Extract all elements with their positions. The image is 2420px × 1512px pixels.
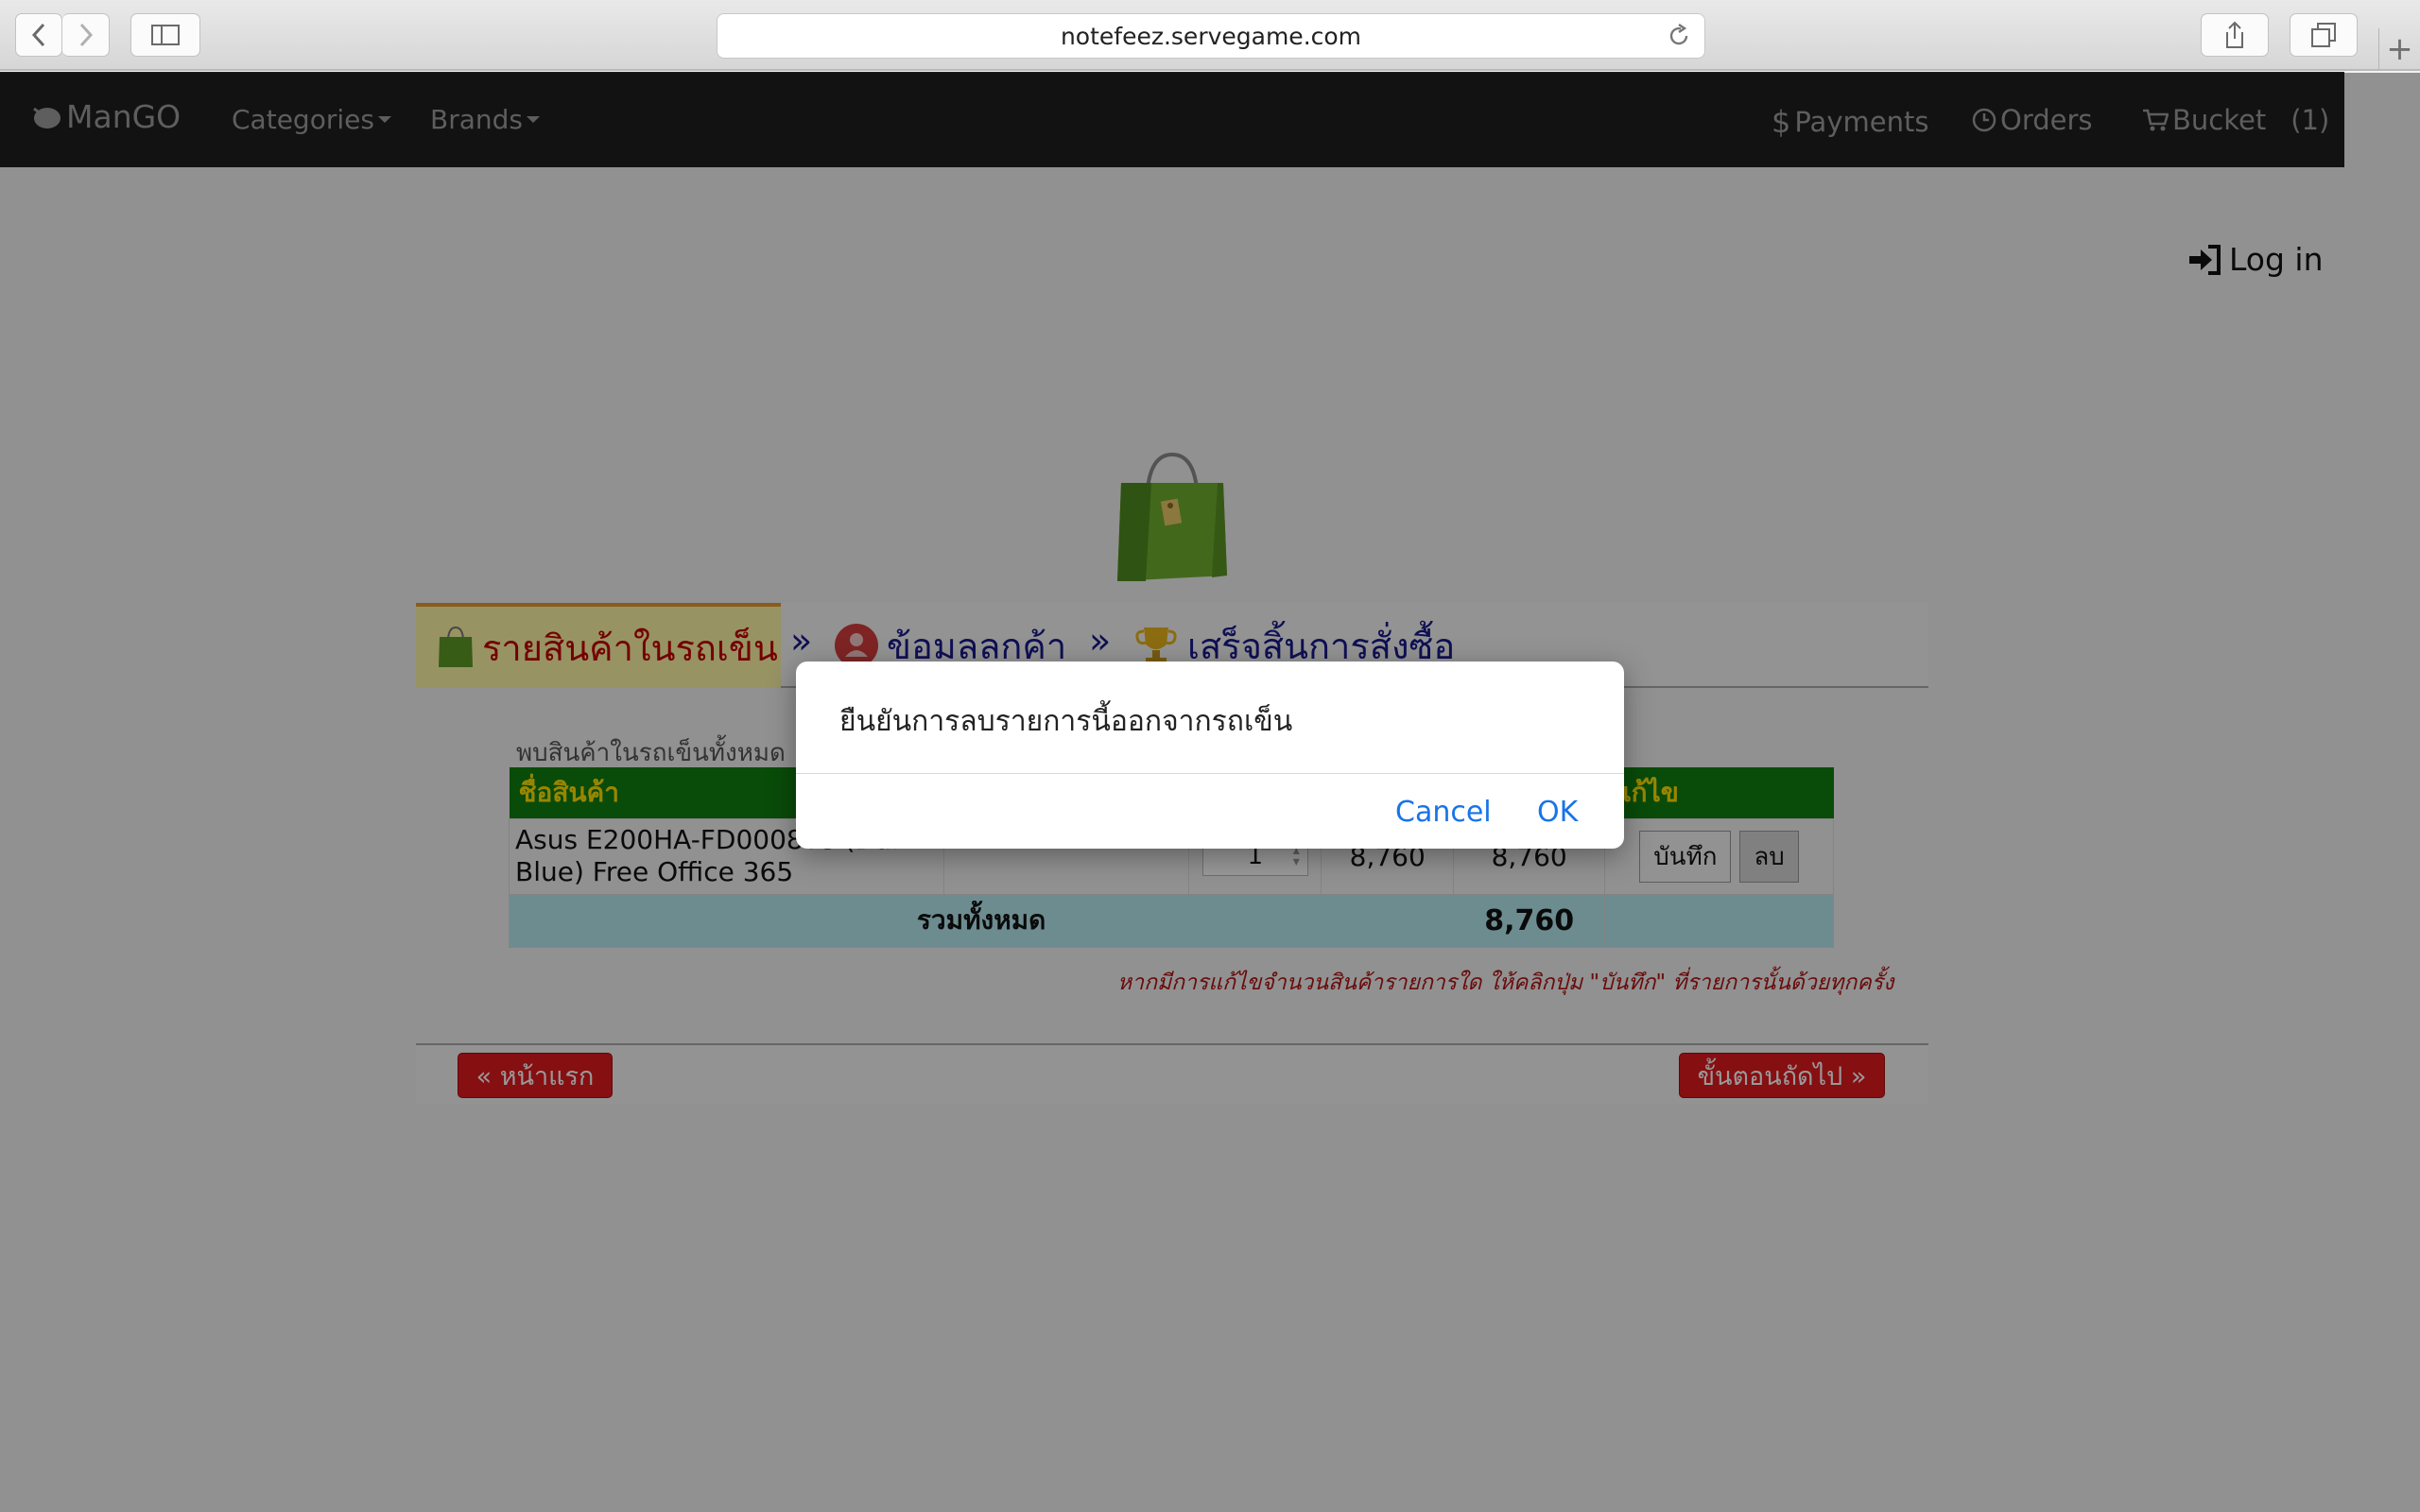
- share-icon: [2226, 21, 2243, 48]
- dialog-message: ยืนยันการลบรายการนี้ออกจากรถเข็น: [839, 705, 1293, 738]
- sidebar-button[interactable]: [130, 13, 200, 57]
- plus-icon: +: [2386, 30, 2413, 68]
- share-button[interactable]: [2201, 13, 2269, 57]
- new-tab-button[interactable]: +: [2378, 28, 2420, 70]
- tabs-icon: [2311, 23, 2336, 47]
- back-button[interactable]: [15, 13, 62, 57]
- address-bar[interactable]: notefeez.servegame.com: [717, 13, 1705, 59]
- url-text: notefeez.servegame.com: [1060, 22, 1362, 50]
- cancel-button[interactable]: Cancel: [1395, 796, 1492, 829]
- chevron-right-icon: [79, 23, 93, 47]
- browser-toolbar: notefeez.servegame.com +: [0, 0, 2420, 71]
- confirm-dialog: ยืนยันการลบรายการนี้ออกจากรถเข็น Cancel …: [796, 662, 1624, 849]
- chevron-left-icon: [31, 23, 45, 47]
- tabs-button[interactable]: [2290, 13, 2358, 57]
- sidebar-icon: [151, 25, 180, 45]
- dialog-divider: [796, 773, 1624, 774]
- reload-icon[interactable]: [1667, 24, 1691, 48]
- forward-button[interactable]: [62, 13, 110, 57]
- ok-button[interactable]: OK: [1537, 796, 1578, 829]
